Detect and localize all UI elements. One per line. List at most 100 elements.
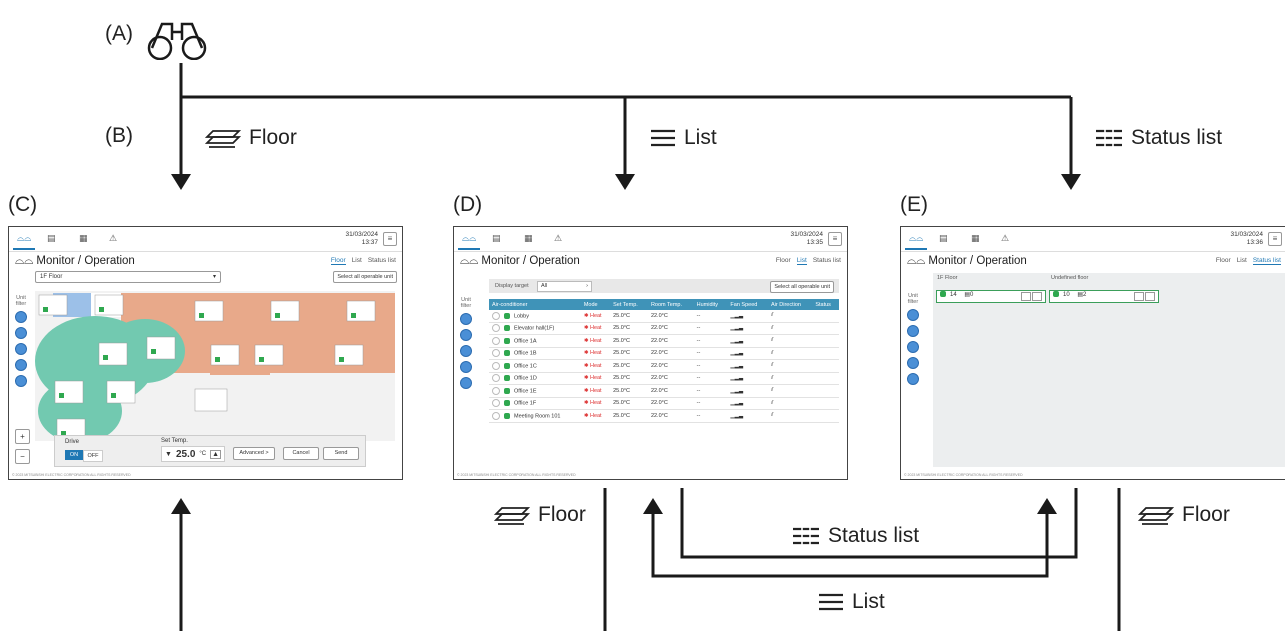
schedule-tab-icon[interactable]: ▤ — [492, 233, 501, 244]
row-select-radio[interactable] — [492, 336, 500, 345]
on-button[interactable]: ON — [65, 450, 83, 460]
floor-view-icon[interactable] — [1021, 292, 1031, 301]
tab-list[interactable]: List — [796, 257, 807, 265]
select-all-button[interactable]: Select all operable unit — [333, 271, 397, 283]
tab-list[interactable]: List — [1237, 257, 1247, 265]
filter-icon-4[interactable] — [907, 357, 919, 369]
filter-icon-1[interactable] — [907, 309, 919, 321]
unit-status-icon — [504, 312, 510, 319]
table-row[interactable]: Office 1A ✱ Heat 25.0°C 22.0°C -- ▁▂▃ ⫽ — [489, 334, 839, 348]
branch-floor: Floor — [205, 126, 297, 150]
arrow-head-to-e — [1061, 174, 1081, 190]
arrow-head-up-e — [1037, 498, 1057, 514]
table-row[interactable]: Lobby ✱ Heat 25.0°C 22.0°C -- ▁▂▃ ⫽ — [489, 310, 839, 323]
filter-icon-4[interactable] — [15, 359, 27, 371]
fan-speed-icon: ▁▂▃ — [727, 384, 768, 398]
col-header: Humidity — [693, 299, 728, 310]
room-temp-cell: 22.0°C — [647, 397, 694, 410]
page-title: ⌓⌓ Monitor / Operation — [15, 255, 135, 267]
fan-speed-icon: ▁▂▃ — [727, 347, 768, 360]
filter-icon-4[interactable] — [460, 361, 472, 373]
alarm-tab-icon[interactable]: ⚠ — [1001, 233, 1009, 244]
table-row[interactable]: Office 1D ✱ Heat 25.0°C 22.0°C -- ▁▂▃ ⫽ — [489, 372, 839, 385]
table-row[interactable]: Elevator hall(1F) ✱ Heat 25.0°C 22.0°C -- ▁▂▃… — [489, 322, 839, 335]
menu-icon[interactable]: ≡ — [828, 232, 842, 246]
row-select-radio[interactable] — [492, 349, 500, 358]
row-select-radio[interactable] — [492, 361, 500, 370]
label-b: (B) — [105, 124, 133, 147]
row-select-radio[interactable] — [492, 399, 500, 408]
fan-speed-icon: ▁▂▃ — [727, 334, 768, 348]
filter-icon-3[interactable] — [15, 343, 27, 355]
energy-tab-icon[interactable]: ▦ — [971, 233, 980, 244]
floor-select[interactable]: 1F Floor ▾ — [35, 271, 221, 283]
temp-up-icon[interactable]: ▲ — [210, 449, 222, 459]
unit-status-icon — [504, 325, 510, 332]
list-view-icon[interactable] — [1145, 292, 1155, 301]
filter-icon-1[interactable] — [15, 311, 27, 323]
cancel-button[interactable]: Cancel — [283, 447, 319, 460]
filter-icon-3[interactable] — [460, 345, 472, 357]
tab-status-list[interactable]: Status list — [368, 257, 396, 265]
energy-tab-icon[interactable]: ▦ — [524, 233, 533, 244]
row-select-radio[interactable] — [492, 311, 500, 320]
alarm-tab-icon[interactable]: ⚠ — [109, 233, 117, 244]
energy-tab-icon[interactable]: ▦ — [79, 233, 88, 244]
air-direction-icon: ⫽ — [768, 384, 813, 398]
air-direction-icon: ⫽ — [768, 397, 813, 410]
filter-icon-1[interactable] — [460, 313, 472, 325]
row-select-radio[interactable] — [492, 324, 500, 333]
monitor-tab-icon[interactable]: ⌓⌓ — [12, 233, 36, 250]
filter-icon-5[interactable] — [15, 375, 27, 387]
temp-down-icon[interactable]: ▼ — [165, 451, 172, 458]
status-cell — [812, 310, 839, 323]
tab-floor[interactable]: Floor — [330, 257, 346, 265]
tab-floor[interactable]: Floor — [776, 257, 791, 265]
unit-name-cell: Elevator hall(1F) — [489, 322, 581, 335]
zoom-in-button[interactable]: + — [15, 429, 30, 444]
fan-speed-icon: ▁▂▃ — [727, 310, 768, 323]
table-row[interactable]: Office 1B ✱ Heat 25.0°C 22.0°C -- ▁▂▃ ⫽ — [489, 347, 839, 360]
filter-icon-2[interactable] — [460, 329, 472, 341]
row-select-radio[interactable] — [492, 374, 500, 383]
schedule-tab-icon[interactable]: ▤ — [47, 233, 56, 244]
menu-icon[interactable]: ≡ — [383, 232, 397, 246]
tab-status-list[interactable]: Status list — [813, 257, 841, 265]
send-button[interactable]: Send — [323, 447, 359, 460]
row-select-radio[interactable] — [492, 386, 500, 395]
filter-icon-5[interactable] — [907, 373, 919, 385]
filter-icon-2[interactable] — [15, 327, 27, 339]
floor-view-icon[interactable] — [1134, 292, 1144, 301]
filter-icon-5[interactable] — [460, 377, 472, 389]
air-direction-icon: ⫽ — [768, 310, 813, 323]
unit-name-cell: Office 1C — [489, 359, 581, 373]
advanced-button[interactable]: Advanced > — [233, 447, 275, 460]
monitor-tab-icon[interactable]: ⌓⌓ — [457, 233, 481, 250]
tab-list[interactable]: List — [352, 257, 362, 265]
row-select-radio[interactable] — [492, 411, 500, 420]
tab-floor[interactable]: Floor — [1216, 257, 1231, 265]
monitor-tab-icon[interactable]: ⌓⌓ — [904, 233, 928, 250]
filter-icon-3[interactable] — [907, 341, 919, 353]
group-1-status[interactable]: 14 ▤0 — [936, 290, 1046, 303]
mode-cell: ✱ Heat — [580, 359, 611, 373]
select-all-button[interactable]: Select all operable unit — [770, 281, 834, 293]
temp-unit: °C — [199, 451, 207, 457]
group-2-status[interactable]: 10 ▤2 — [1049, 290, 1159, 303]
zoom-out-button[interactable]: − — [15, 449, 30, 464]
table-row[interactable]: Office 1E ✱ Heat 25.0°C 22.0°C -- ▁▂▃ ⫽ — [489, 384, 839, 398]
table-row[interactable]: Office 1C ✱ Heat 25.0°C 22.0°C -- ▁▂▃ ⫽ — [489, 359, 839, 373]
list-view-icon[interactable] — [1032, 292, 1042, 301]
table-row[interactable]: Office 1F ✱ Heat 25.0°C 22.0°C -- ▁▂▃ ⫽ — [489, 397, 839, 410]
tab-status-list[interactable]: Status list — [1252, 257, 1281, 265]
off-button[interactable]: OFF — [83, 450, 103, 462]
schedule-tab-icon[interactable]: ▤ — [939, 233, 948, 244]
filter-icon-2[interactable] — [907, 325, 919, 337]
branch-floor-label: Floor — [249, 126, 297, 149]
alarm-tab-icon[interactable]: ⚠ — [554, 233, 562, 244]
menu-icon[interactable]: ≡ — [1268, 232, 1282, 246]
set-temp-cell: 25.0°C — [610, 384, 648, 398]
table-row[interactable]: Meeting Room 101 ✱ Heat 25.0°C 22.0°C -- ▁▂▃ ⫽ — [489, 409, 839, 423]
display-target-select[interactable]: All › — [537, 281, 592, 292]
air-direction-icon: ⫽ — [768, 322, 813, 335]
